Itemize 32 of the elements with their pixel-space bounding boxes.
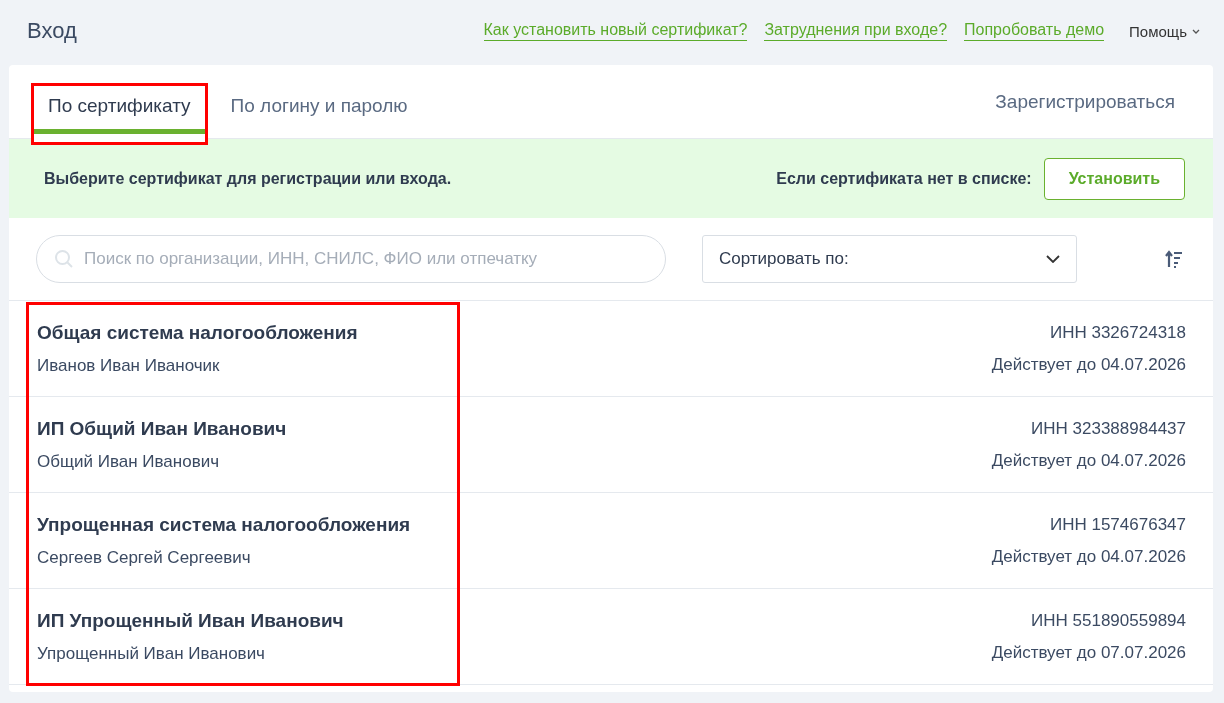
inn-text: ИНН 1574676347 — [1049, 514, 1186, 535]
banner-hint: Если сертификата нет в списке: — [776, 169, 1032, 188]
page-title: Вход — [27, 18, 77, 44]
sort-dropdown[interactable]: Сортировать по: — [702, 235, 1077, 283]
inn-text: ИНН 323388984437 — [1031, 418, 1186, 439]
tab[interactable]: По логину и паролю — [213, 83, 425, 141]
inn-text: ИНН 3326724318 — [1049, 322, 1186, 343]
help-menu-button[interactable]: Помощь — [1121, 22, 1200, 40]
owner-name: Общий Иван Иванович — [37, 451, 221, 472]
certificate-row[interactable]: Общая система налогообложения Иванов Иван Иваночик ИНН 3326724318 Действует до 04.07.2026 — [9, 301, 1213, 397]
banner-message: Выберите сертификат для регистрации или входа. — [44, 169, 452, 188]
owner-name: Сергеев Сергей Сергеевич — [37, 547, 252, 568]
search-field[interactable]: Поиск по организации, ИНН, СНИЛС, ФИО или отпечатку — [36, 235, 666, 283]
caret-icon — [1192, 28, 1200, 34]
sort-order-button[interactable] — [1165, 249, 1185, 269]
owner-name: Упрощенный Иван Иванович — [37, 643, 266, 664]
register-link[interactable]: Зарегистрироваться — [995, 90, 1175, 113]
certificate-row[interactable]: ИП Общий Иван Иванович Общий Иван Иванович ИНН 323388984437 Действует до 04.07.2026 — [9, 397, 1213, 493]
tab[interactable]: По сертификату — [31, 83, 208, 145]
organization-name: ИП Общий Иван Иванович — [37, 417, 287, 440]
inn-text: ИНН 551890559894 — [1031, 610, 1186, 631]
validity-text: Действует до 04.07.2026 — [991, 450, 1186, 471]
certificate-row[interactable]: Упрощенная система налогообложения Сергеев Сергей Сергеевич ИНН 1574676347 Действует до 04.07.2026 — [9, 493, 1213, 589]
validity-text: Действует до 04.07.2026 — [991, 354, 1186, 375]
owner-name: Иванов Иван Иваночик — [37, 355, 221, 376]
organization-name: Упрощенная система налогообложения — [37, 513, 411, 536]
validity-text: Действует до 04.07.2026 — [991, 546, 1186, 567]
organization-name: ИП Упрощенный Иван Иванович — [37, 609, 344, 632]
chevron-down-icon — [1046, 255, 1060, 263]
certificate-row[interactable]: ИП Упрощенный Иван Иванович Упрощенный Иван Иванович ИНН 551890559894 Действует до 07.07.2026 — [9, 589, 1213, 685]
validity-text: Действует до 07.07.2026 — [991, 642, 1186, 663]
organization-name: Общая система налогообложения — [37, 321, 358, 344]
